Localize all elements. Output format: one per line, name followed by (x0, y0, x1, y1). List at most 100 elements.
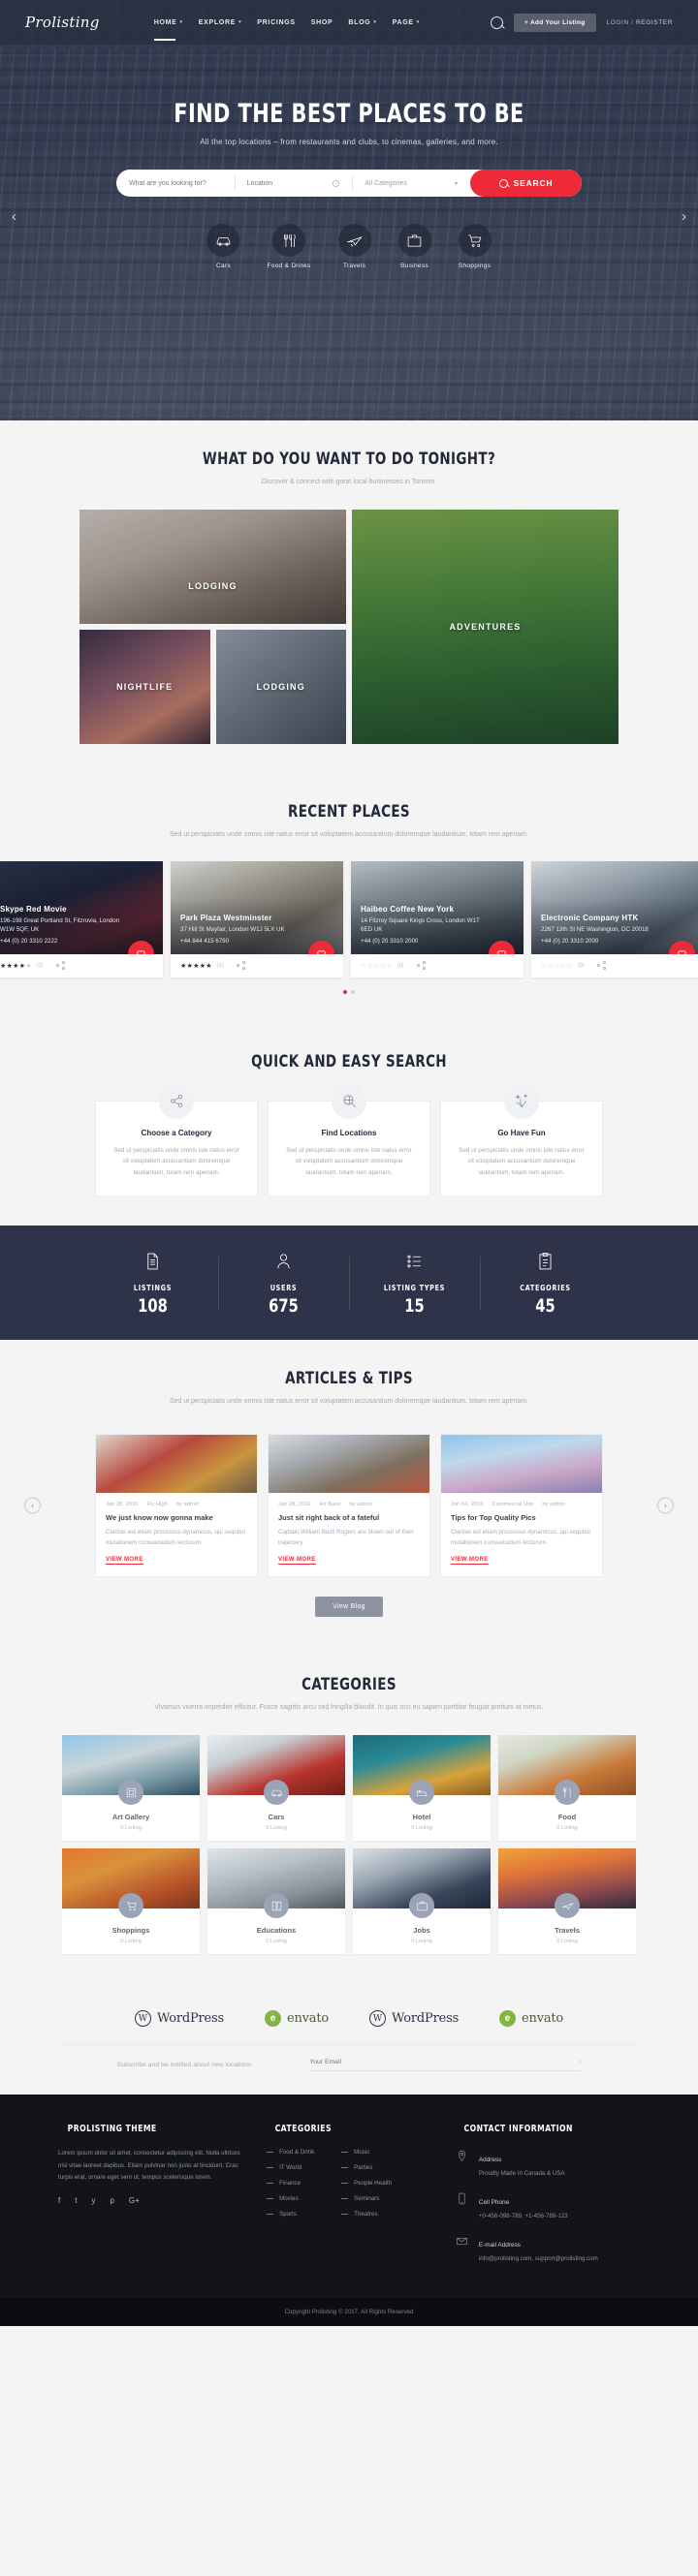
footer-link-food-drink[interactable]: Food & Drink (267, 2149, 314, 2156)
articles-prev-arrow[interactable]: ‹ (24, 1497, 41, 1514)
hero-title: FIND THE BEST PLACES TO BE (174, 99, 524, 129)
articles-next-arrow[interactable]: › (657, 1497, 674, 1514)
login-register-link[interactable]: LOGIN / REGISTER (607, 19, 673, 26)
site-logo[interactable]: Prolisting (25, 14, 100, 31)
place-card[interactable]: Haibeo Coffee New York 14 Fitzroy Square… (351, 860, 524, 978)
hero-category-food-drinks[interactable]: Food & Drinks (267, 224, 310, 269)
category-card-educations[interactable]: Educations 0 Listing (207, 1848, 345, 1955)
tonight-tile-lodging-large[interactable]: LODGING (79, 510, 346, 625)
logo-envato[interactable]: envato (499, 2010, 563, 2028)
category-card-food[interactable]: Food 0 Listing (498, 1735, 636, 1842)
location-field[interactable] (234, 170, 353, 197)
geolocate-icon[interactable] (333, 179, 340, 187)
article-title[interactable]: We just know now gonna make (106, 1513, 247, 1522)
add-listing-button[interactable]: + Add Your Listing (513, 13, 596, 32)
hero-category-business[interactable]: Business (397, 224, 431, 269)
newsletter-submit-icon[interactable]: › (579, 2059, 581, 2065)
category-card-shoppings[interactable]: Shoppings 0 Listing (62, 1848, 200, 1955)
category-card-travels[interactable]: Travels 0 Listing (498, 1848, 636, 1955)
nav-item-pricings[interactable]: PRICINGS (257, 16, 295, 30)
share-icon[interactable] (596, 961, 606, 970)
article-card[interactable]: Jan 28, 2016 Fly High by admin We just k… (95, 1433, 258, 1577)
view-blog-button[interactable]: View Blog (315, 1596, 383, 1617)
facebook-icon[interactable]: f (58, 2196, 60, 2205)
footer-link-music[interactable]: Music (341, 2149, 392, 2156)
article-category[interactable]: Air Base (320, 1502, 341, 1507)
article-title[interactable]: Just sit right back of a fateful (278, 1513, 420, 1522)
carousel-dot[interactable] (343, 989, 347, 994)
article-view-more-link[interactable]: VIEW MORE (451, 1557, 489, 1565)
carousel-dot[interactable] (351, 989, 355, 994)
wordpress-icon (134, 2010, 151, 2028)
article-category[interactable]: Commercial Use (492, 1502, 534, 1507)
category-card-hotel[interactable]: Hotel 0 Listing (353, 1735, 491, 1842)
search-icon[interactable] (490, 16, 503, 29)
footer-link-people-health[interactable]: People Health (341, 2180, 392, 2187)
place-card[interactable]: Skype Red Movie 196-198 Great Portland S… (0, 860, 163, 978)
youtube-icon[interactable]: y (91, 2196, 95, 2205)
hero-prev-arrow[interactable]: ‹ (12, 208, 16, 225)
search-input[interactable] (129, 179, 222, 187)
article-card[interactable]: Jan 28, 2016 Air Base by admin Just sit … (268, 1433, 430, 1577)
search-button[interactable]: SEARCH (470, 170, 582, 197)
category-card-jobs[interactable]: Jobs 0 Listing (353, 1848, 491, 1955)
share-icon[interactable] (416, 961, 426, 970)
recent-places-subtitle: Sed ut perspiciatis unde omnis iste natu… (169, 831, 528, 839)
contact-value[interactable]: info@prolisting.com, support@prolisting.… (479, 2254, 598, 2265)
category-value[interactable] (365, 179, 455, 187)
favorite-heart-icon[interactable] (308, 940, 334, 954)
tonight-tile-nightlife[interactable]: NIGHTLIFE (79, 630, 210, 745)
tonight-tile-lodging-small[interactable]: LODGING (215, 630, 346, 745)
category-card-cars[interactable]: Cars 0 Listing (207, 1735, 345, 1842)
place-card[interactable]: Park Plaza Westminster 37 Hill St Mayfai… (171, 860, 343, 978)
article-view-more-link[interactable]: VIEW MORE (278, 1557, 316, 1565)
place-card[interactable]: Electronic Company HTK 2267 13th St NE W… (531, 860, 698, 978)
category-card-art-gallery[interactable]: Art Gallery 0 Listing (62, 1735, 200, 1842)
footer-link-parties[interactable]: Parties (341, 2164, 392, 2171)
article-card[interactable]: Jun 04, 2016 Commercial Use by admin Tip… (440, 1433, 603, 1577)
footer-link-theatres[interactable]: Theatres (341, 2211, 392, 2218)
quick-search-card-find-locations[interactable]: Find Locations Sed ut perspiciatis unde … (268, 1083, 430, 1197)
logo-wordpress[interactable]: WordPress (134, 2010, 224, 2028)
footer-link-sports[interactable]: Sports (267, 2211, 314, 2218)
nav-item-explore[interactable]: EXPLORE ▾ (199, 16, 242, 30)
pinterest-icon[interactable]: p (110, 2196, 113, 2205)
newsletter-field[interactable]: › (309, 2059, 582, 2072)
share-icon[interactable] (236, 961, 245, 970)
google-plus-icon[interactable]: G+ (129, 2196, 140, 2205)
keyword-field[interactable] (116, 170, 235, 197)
article-view-more-link[interactable]: VIEW MORE (106, 1557, 143, 1565)
place-name: Skype Red Movie (0, 904, 67, 914)
nav-item-shop[interactable]: SHOP (311, 16, 333, 30)
hero-category-shoppings[interactable]: Shoppings (458, 224, 492, 269)
hero-next-arrow[interactable]: › (682, 208, 686, 225)
footer-link-label: IT World (279, 2164, 302, 2172)
twitter-icon[interactable]: t (75, 2196, 77, 2205)
tonight-tile-adventures[interactable]: ADVENTURES (352, 510, 619, 745)
article-title[interactable]: Tips for Top Quality Pics (451, 1513, 592, 1522)
logo-wordpress[interactable]: WordPress (369, 2010, 459, 2028)
newsletter-email-input[interactable] (309, 2059, 579, 2066)
footer-link-movies[interactable]: Movies (267, 2195, 314, 2202)
footer-link-finance[interactable]: Finance (267, 2180, 314, 2187)
hero-category-cars[interactable]: Cars (206, 224, 240, 269)
footer-link-it-world[interactable]: IT World (267, 2164, 314, 2171)
article-category[interactable]: Fly High (147, 1502, 168, 1507)
quick-search-card-choose-category[interactable]: Choose a Category Sed ut perspiciatis un… (95, 1083, 258, 1197)
favorite-heart-icon[interactable] (128, 940, 154, 954)
footer-link-seminars[interactable]: Seminars (341, 2195, 392, 2202)
logo-envato[interactable]: envato (264, 2010, 329, 2028)
rating-stars: ☆☆☆☆☆ (361, 962, 393, 970)
favorite-heart-icon[interactable] (669, 940, 695, 954)
hero-category-travels[interactable]: Travels (337, 224, 371, 269)
location-input[interactable] (246, 179, 333, 187)
share-icon[interactable] (55, 961, 65, 970)
nav-item-blog[interactable]: BLOG ▾ (348, 16, 376, 30)
quick-search-card-go-have-fun[interactable]: Go Have Fun Sed ut perspiciatis unde omn… (440, 1083, 603, 1197)
favorite-heart-icon[interactable] (489, 940, 515, 954)
categories-title: CATEGORIES (301, 1674, 397, 1694)
category-select[interactable]: ▾ (352, 170, 470, 197)
nav-item-page[interactable]: PAGE ▾ (393, 16, 420, 30)
nav-item-home[interactable]: HOME ▾ (154, 16, 183, 30)
quick-search-card-text: Sed ut perspiciatis unde omnis iste natu… (286, 1146, 412, 1176)
